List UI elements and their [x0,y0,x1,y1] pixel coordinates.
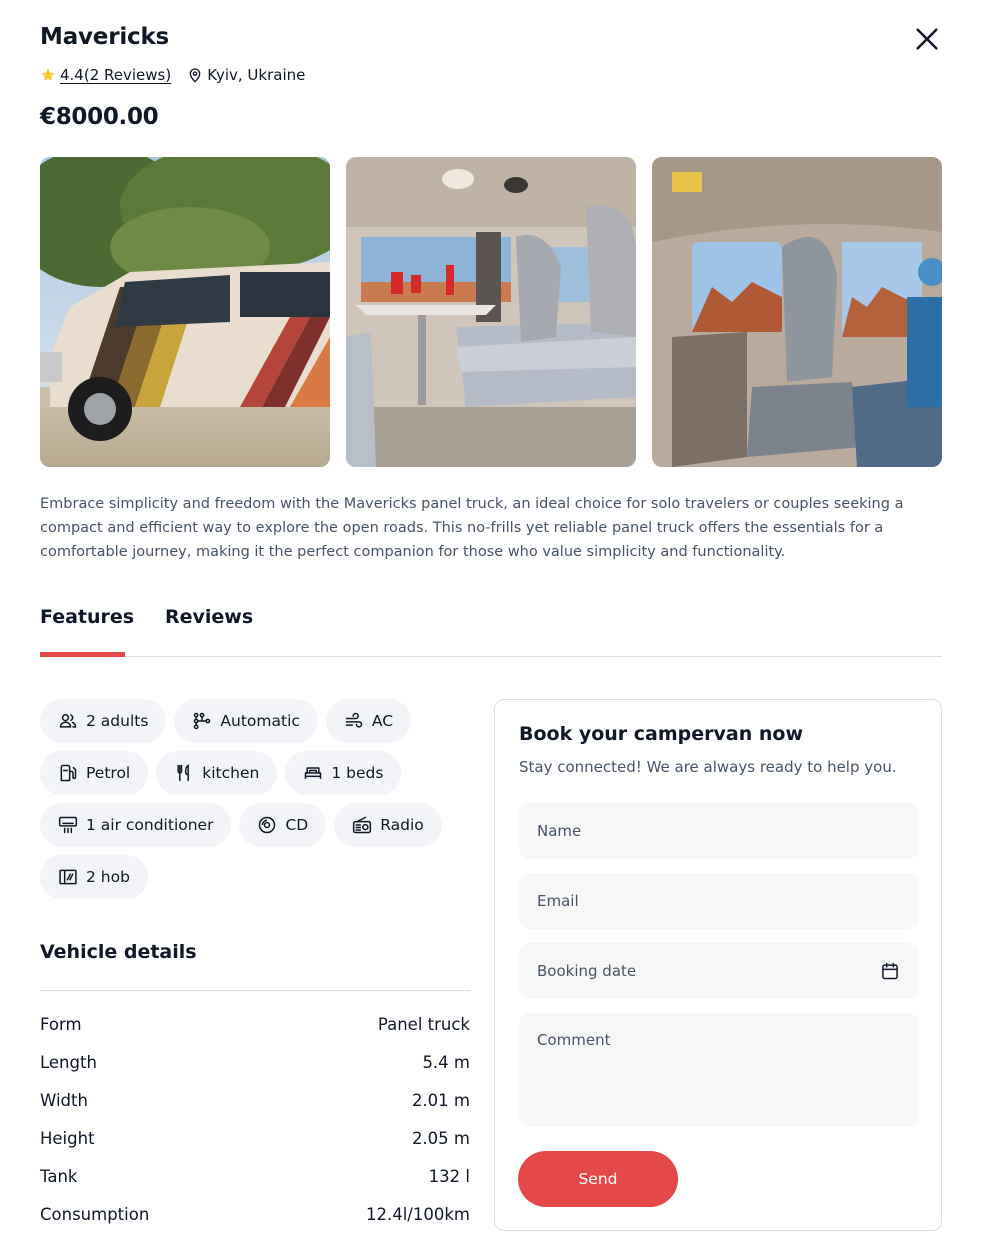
detail-label: Tank [40,1167,78,1186]
detail-row-consumption: Consumption 12.4l/100km [40,1205,470,1243]
booking-date-input[interactable] [519,943,919,999]
map-pin-icon [189,68,201,83]
detail-row-length: Length 5.4 m [40,1053,470,1091]
feature-label: Automatic [220,712,300,730]
active-tab-indicator [40,652,125,657]
vehicle-details-title: Vehicle details [40,941,197,963]
detail-label: Length [40,1053,97,1072]
gallery-image-exterior[interactable] [40,157,330,467]
detail-row-tank: Tank 132 l [40,1167,470,1205]
tab-bar: Features Reviews [40,604,942,657]
gallery-image-interior[interactable] [346,157,636,467]
feature-label: 1 air conditioner [86,816,214,834]
feature-label: Radio [380,816,424,834]
rating-location-row: 4.4(2 Reviews) Kyiv, Ukraine [40,64,305,86]
feature-label: CD [285,816,309,834]
detail-value: 132 l [428,1167,470,1186]
feature-chip-adults: 2 adults [40,699,167,743]
calendar-icon[interactable] [880,961,900,981]
feature-label: kitchen [202,764,260,782]
close-icon[interactable] [912,24,942,54]
booking-form-title: Book your campervan now [519,723,804,745]
price: €8000.00 [40,104,159,130]
air-conditioner-icon [58,816,78,834]
feature-chip-transmission: Automatic [174,699,318,743]
bed-icon [305,767,322,779]
send-button[interactable]: Send [518,1151,678,1207]
feature-chip-air-conditioner: 1 air conditioner [40,803,232,847]
rating-reviews-link[interactable]: 4.4(2 Reviews) [60,66,171,84]
detail-label: Height [40,1129,95,1148]
feature-label: Petrol [86,764,131,782]
hob-icon [59,869,77,885]
vehicle-details-divider [40,990,470,991]
detail-value: 5.4 m [422,1053,470,1072]
feature-label: 1 beds [331,764,384,782]
location-text: Kyiv, Ukraine [207,66,306,84]
tab-reviews[interactable]: Reviews [165,606,253,628]
detail-label: Width [40,1091,88,1110]
detail-value: 2.05 m [411,1129,470,1148]
name-input[interactable] [519,803,919,859]
booking-form: Book your campervan now Stay connected! … [494,699,942,1231]
transmission-icon [194,712,211,730]
detail-value: 2.01 m [411,1091,470,1110]
feature-chip-kitchen: kitchen [156,751,278,795]
detail-value: Panel truck [377,1015,470,1034]
feature-chip-engine: Petrol [40,751,149,795]
feature-label: 2 hob [86,868,130,886]
detail-row-width: Width 2.01 m [40,1091,470,1129]
fuel-icon [60,764,77,782]
wind-icon [345,712,363,728]
camper-description: Embrace simplicity and freedom with the … [40,496,904,560]
detail-label: Consumption [40,1205,150,1224]
feature-chip-beds: 1 beds [285,751,402,795]
photo-gallery [40,157,942,467]
comment-textarea[interactable] [519,1013,919,1127]
camper-title: Mavericks [40,24,170,50]
booking-form-subtitle: Stay connected! We are always ready to h… [519,758,897,776]
feature-chip-cd: CD [239,803,327,847]
feature-chips: 2 adults Automatic AC Petrol kitchen 1 b… [40,699,480,899]
cutlery-icon [177,764,190,782]
tab-features[interactable]: Features [40,606,134,628]
detail-row-form: Form Panel truck [40,1015,470,1053]
feature-chip-hob: 2 hob [40,855,148,899]
email-input[interactable] [519,873,919,929]
feature-chip-radio: Radio [334,803,442,847]
feature-label: AC [371,712,394,730]
vehicle-details-list: Form Panel truck Length 5.4 m Width 2.01… [40,1015,470,1243]
detail-label: Form [40,1015,82,1034]
gallery-image-cabin[interactable] [652,157,942,467]
detail-value: 12.4l/100km [365,1205,470,1224]
users-icon [59,714,77,728]
cd-icon [259,816,276,834]
star-icon [41,68,55,81]
feature-chip-ac: AC [325,699,412,743]
detail-row-height: Height 2.05 m [40,1129,470,1167]
feature-label: 2 adults [86,712,149,730]
radio-icon [353,816,372,834]
